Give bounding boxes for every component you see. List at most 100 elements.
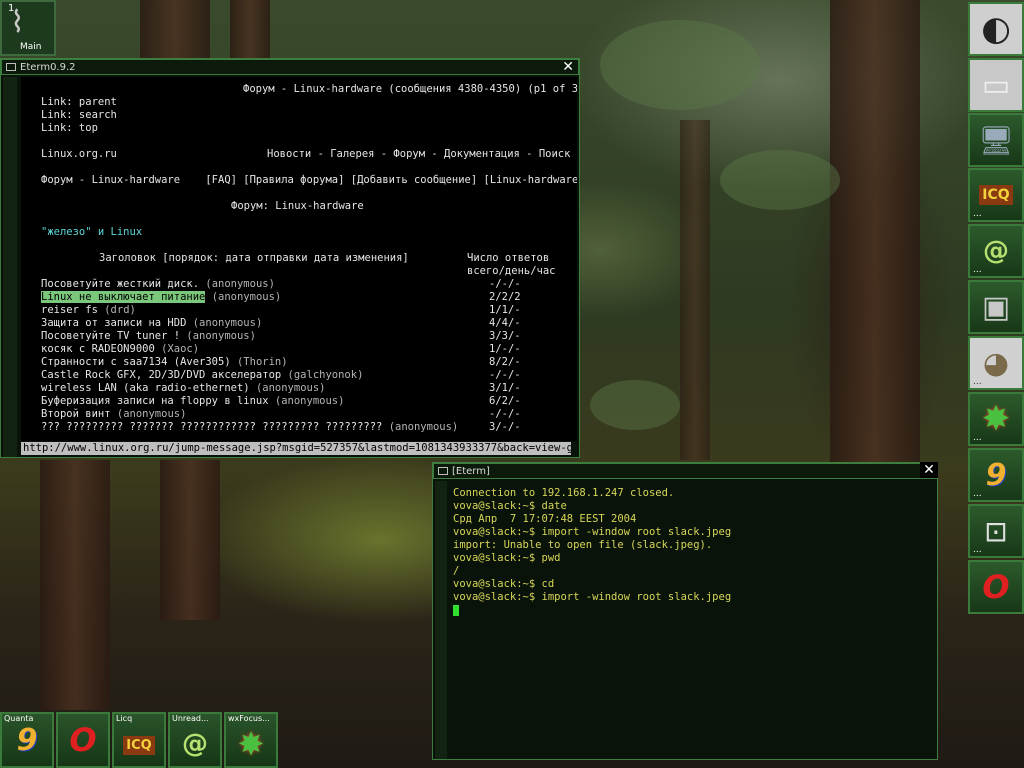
- topic-author: (anonymous): [268, 395, 345, 407]
- appicon-dots: ...: [973, 377, 982, 387]
- topic-count: 4/4/-: [489, 317, 521, 329]
- topic-count: 1/-/-: [489, 343, 521, 355]
- topic-title[interactable]: Посоветуйте жесткий диск.: [41, 278, 199, 290]
- star-app-icon[interactable]: ✸ ...: [968, 392, 1024, 446]
- topic-count: 3/3/-: [489, 330, 521, 342]
- topic-author: (galchyonok): [281, 369, 364, 381]
- terminal-line: vova@slack:~$ pwd: [453, 552, 561, 564]
- topic-author: (anonymous): [382, 421, 459, 433]
- topic-row[interactable]: ??? ????????? ??????? ???????????? ?????…: [41, 421, 458, 434]
- topic-row[interactable]: Посоветуйте TV tuner ! (anonymous): [41, 330, 256, 343]
- topic-author: (Хаос): [154, 343, 200, 355]
- blank-tile-icon[interactable]: ▭: [968, 58, 1024, 112]
- topic-title[interactable]: Второй винт: [41, 408, 111, 420]
- topic-author: (anonymous): [249, 382, 326, 394]
- appicon-dots: ...: [973, 545, 982, 555]
- mail-icon: @: [182, 729, 208, 759]
- site-name[interactable]: Linux.org.ru: [41, 148, 117, 161]
- topic-count: 1/1/-: [489, 304, 521, 316]
- window-menu-icon[interactable]: [438, 467, 448, 475]
- terminal-line: vova@slack:~$ cd: [453, 578, 555, 590]
- topic-row[interactable]: Странности с saa7134 (Aver305) (Thorin): [41, 356, 288, 369]
- fern: [600, 20, 760, 110]
- tree-trunk: [230, 0, 270, 60]
- terminal-line: Connection to 192.168.1.247 closed.: [453, 487, 675, 499]
- quanta-icon[interactable]: 9 ...: [968, 448, 1024, 502]
- page-header: Форум - Linux-hardware (сообщения 4380-4…: [243, 83, 577, 95]
- taskbar-opera[interactable]: O: [56, 712, 110, 768]
- appicon-dots: ...: [973, 433, 982, 443]
- column-header-count: Число ответов: [467, 252, 550, 264]
- topic-row[interactable]: косяк с RADEON9000 (Хаос): [41, 343, 199, 356]
- topic-title[interactable]: Буферизация записи на floppy в linux: [41, 395, 269, 407]
- terminal-line: vova@slack:~$ import -window root slack.…: [453, 526, 732, 538]
- topic-count: 8/2/-: [489, 356, 521, 368]
- section-title[interactable]: "железо" и Linux: [41, 226, 142, 239]
- task-label: wxFocus...: [228, 714, 270, 723]
- terminal-output[interactable]: Connection to 192.168.1.247 closed. vova…: [451, 481, 935, 757]
- computer-tool-icon[interactable]: 🖥: [968, 113, 1024, 167]
- gimp-icon[interactable]: ◕ ...: [968, 336, 1024, 390]
- topic-row[interactable]: Буферизация записи на floppy в linux (an…: [41, 395, 344, 408]
- browser-terminal-window[interactable]: Eterm0.9.2 ✕ Форум - Linux-hardware (соо…: [0, 58, 580, 458]
- link-top[interactable]: Link: top: [41, 122, 98, 135]
- topic-title[interactable]: ??? ????????? ??????? ???????????? ?????…: [41, 421, 382, 433]
- icq-glyph: ICQ: [979, 185, 1013, 205]
- topic-row[interactable]: Castle Rock GFX, 2D/3D/DVD акселератор (…: [41, 369, 363, 382]
- topic-row[interactable]: reiser fs (drd): [41, 304, 136, 317]
- lynx-content: Форум - Linux-hardware (сообщения 4380-4…: [21, 77, 577, 441]
- window-title: Eterm0.9.2: [20, 61, 76, 73]
- topic-title[interactable]: reiser fs: [41, 304, 98, 316]
- topic-title[interactable]: wireless LAN (aka radio-ethernet): [41, 382, 250, 394]
- topic-title[interactable]: Linux не выключает питание: [41, 291, 206, 303]
- topic-row-selected[interactable]: Linux не выключает питание (anonymous): [41, 291, 281, 304]
- column-header-title[interactable]: Заголовок [порядок: дата отправки дата и…: [99, 252, 409, 265]
- topic-row[interactable]: Посоветуйте жесткий диск. (anonymous): [41, 278, 275, 291]
- tree-trunk: [40, 460, 110, 710]
- task-label: Licq: [116, 714, 133, 723]
- forum-nav[interactable]: Форум - Linux-hardware [FAQ] [Правила фо…: [41, 174, 577, 187]
- terminal-line: Срд Апр 7 17:07:48 EEST 2004: [453, 513, 637, 525]
- taskbar-mail[interactable]: Unread... @: [168, 712, 222, 768]
- taskbar-quanta[interactable]: Quanta 9: [0, 712, 54, 768]
- logo-glyph: ◐: [981, 9, 1011, 49]
- workspace-pager[interactable]: 1 ⌇ Main: [0, 0, 56, 56]
- topic-title[interactable]: Защита от записи на HDD: [41, 317, 186, 329]
- topic-title[interactable]: Посоветуйте TV tuner !: [41, 330, 180, 342]
- topic-row[interactable]: Второй винт (anonymous): [41, 408, 186, 421]
- taskbar-wxfocus[interactable]: wxFocus... ✸: [224, 712, 278, 768]
- icq-icon[interactable]: ICQ ...: [968, 168, 1024, 222]
- window-maker-logo-icon[interactable]: ◐: [968, 2, 1024, 56]
- window-titlebar[interactable]: [Eterm]: [433, 463, 937, 479]
- topic-title[interactable]: Странности с saa7134 (Aver305): [41, 356, 231, 368]
- topic-count: -/-/-: [489, 278, 521, 290]
- site-nav[interactable]: Новости - Галерея - Форум - Документация…: [267, 148, 570, 161]
- link-search[interactable]: Link: search: [41, 109, 117, 122]
- close-icon[interactable]: ✕: [562, 60, 574, 74]
- topic-row[interactable]: Защита от записи на HDD (anonymous): [41, 317, 262, 330]
- scrollbar[interactable]: [3, 77, 17, 457]
- image-viewer-icon[interactable]: ⊡ ...: [968, 504, 1024, 558]
- star-icon: ✸: [237, 725, 265, 763]
- window-titlebar[interactable]: Eterm0.9.2 ✕: [1, 59, 579, 75]
- topic-count: 3/-/-: [489, 421, 521, 433]
- window-menu-icon[interactable]: [6, 63, 16, 71]
- link-parent[interactable]: Link: parent: [41, 96, 117, 109]
- forum-title: Форум: Linux-hardware: [231, 200, 364, 212]
- topic-title[interactable]: Castle Rock GFX, 2D/3D/DVD акселератор: [41, 369, 281, 381]
- taskbar-licq[interactable]: Licq ICQ: [112, 712, 166, 768]
- topic-row[interactable]: wireless LAN (aka radio-ethernet) (anony…: [41, 382, 325, 395]
- appicon-dots: ...: [973, 209, 982, 219]
- opera-icon[interactable]: O: [968, 560, 1024, 614]
- close-icon[interactable]: ✕: [920, 462, 938, 478]
- tree-trunk: [680, 120, 710, 460]
- scrollbar[interactable]: [435, 481, 447, 759]
- topic-title[interactable]: косяк с RADEON9000: [41, 343, 155, 355]
- terminal-line: /: [453, 565, 460, 577]
- topic-author: (anonymous): [180, 330, 256, 342]
- opera-glyph: O: [982, 568, 1010, 606]
- mail-icon[interactable]: @ ...: [968, 224, 1024, 278]
- shell-terminal-window[interactable]: [Eterm] Connection to 192.168.1.247 clos…: [432, 462, 938, 760]
- terminal-icon[interactable]: ▣: [968, 280, 1024, 334]
- terminal-line: vova@slack:~$ date: [453, 500, 567, 512]
